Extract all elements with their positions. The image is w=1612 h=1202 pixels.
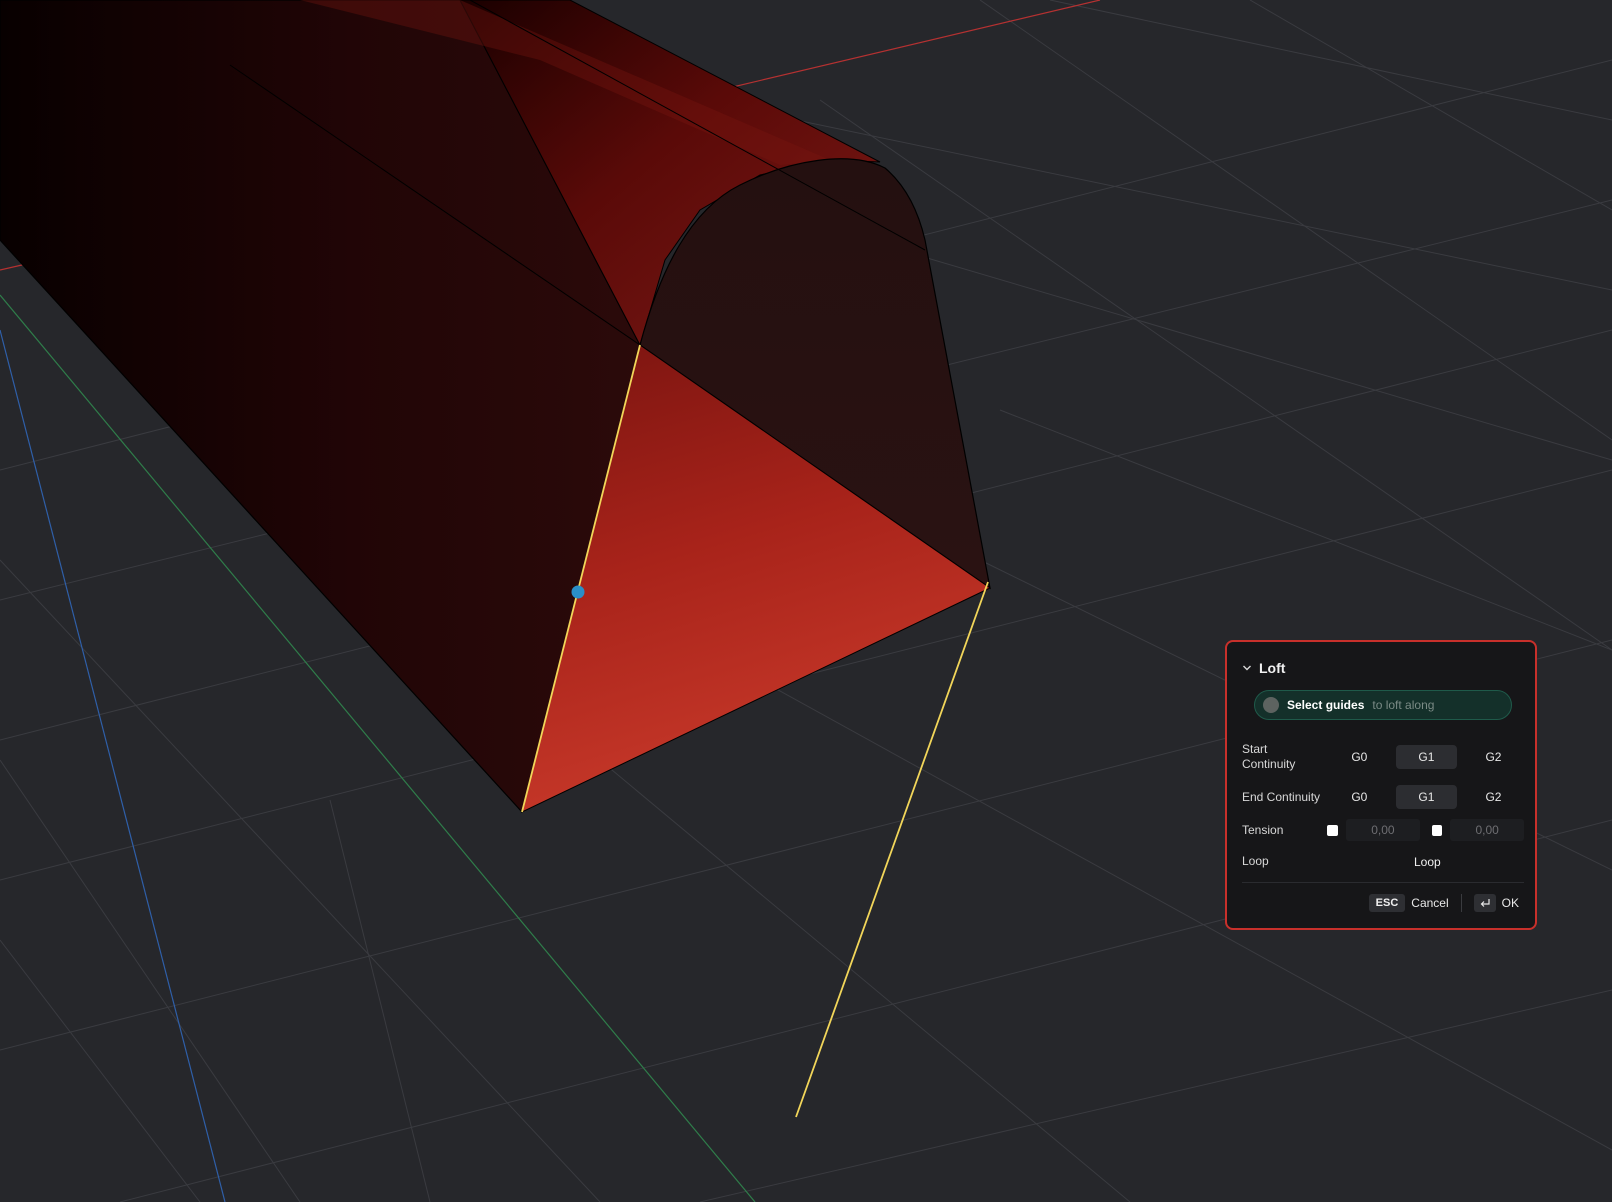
select-guides-button[interactable]: Select guides to loft along — [1254, 690, 1512, 720]
end-continuity-row: End Continuity G0 G1 G2 — [1242, 785, 1524, 809]
esc-key-badge: ESC — [1368, 894, 1406, 912]
tension-end-input[interactable]: 0,00 — [1450, 819, 1524, 841]
start-continuity-label: Start Continuity — [1242, 742, 1296, 771]
start-continuity-row: Start Continuity G0 G1 G2 — [1242, 742, 1524, 772]
select-guides-hint: to loft along — [1372, 698, 1435, 712]
end-continuity-label: End Continuity — [1242, 789, 1321, 804]
ok-button[interactable]: OK — [1502, 896, 1519, 910]
end-continuity-g2[interactable]: G2 — [1463, 785, 1524, 809]
footer-separator — [1460, 894, 1462, 912]
x-axis-line — [719, 0, 1101, 91]
end-continuity-g1[interactable]: G1 — [1395, 785, 1457, 809]
start-continuity-g1[interactable]: G1 — [1395, 745, 1457, 769]
viewport-canvas[interactable] — [0, 0, 1612, 1202]
start-continuity-g2[interactable]: G2 — [1463, 745, 1524, 769]
loft-panel-header[interactable]: Loft — [1241, 660, 1285, 676]
selection-indicator-icon — [1263, 697, 1279, 713]
loft-panel: Loft Select guides to loft along Start C… — [1225, 640, 1537, 930]
tension-end-checkbox[interactable] — [1431, 824, 1443, 836]
control-point[interactable] — [571, 585, 585, 599]
3d-viewport[interactable] — [0, 0, 1612, 1202]
end-continuity-g0[interactable]: G0 — [1329, 785, 1390, 809]
enter-key-icon — [1473, 894, 1496, 912]
tension-row: Tension 0,00 0,00 — [1242, 819, 1524, 841]
footer-divider — [1242, 882, 1524, 883]
cancel-button[interactable]: Cancel — [1411, 896, 1448, 910]
tension-label: Tension — [1242, 822, 1284, 837]
panel-footer: ESC Cancel OK — [1368, 894, 1519, 912]
z-axis-line — [0, 329, 226, 1202]
panel-title: Loft — [1259, 660, 1286, 676]
loop-toggle-button[interactable]: Loop — [1414, 855, 1441, 869]
start-continuity-g0[interactable]: G0 — [1329, 745, 1390, 769]
loop-label: Loop — [1242, 854, 1269, 868]
tension-start-checkbox[interactable] — [1327, 824, 1339, 836]
tension-start-input[interactable]: 0,00 — [1346, 819, 1420, 841]
select-guides-label: Select guides — [1287, 698, 1365, 712]
chevron-down-icon[interactable] — [1241, 662, 1253, 674]
loop-row: Loop Loop — [1242, 854, 1524, 869]
